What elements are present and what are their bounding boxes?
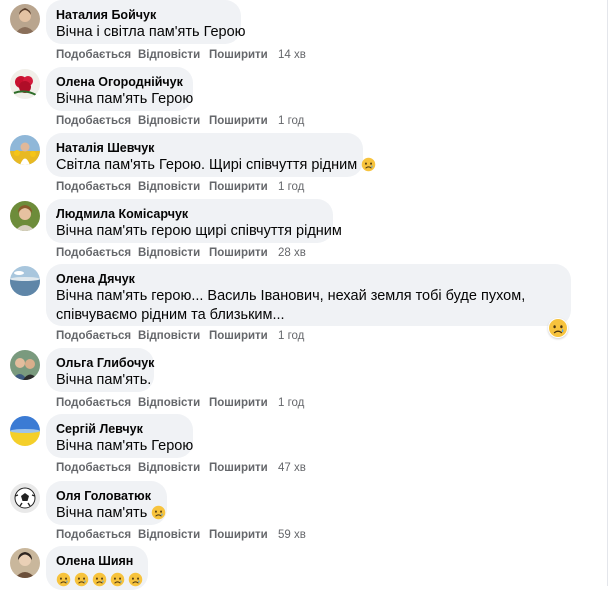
like-button[interactable]: Подобається: [56, 461, 131, 475]
comment-time[interactable]: 1 год: [278, 114, 304, 128]
share-button[interactable]: Поширити: [209, 528, 268, 542]
crying-face-icon: [151, 505, 166, 520]
avatar[interactable]: [10, 201, 40, 231]
comment-author[interactable]: Наталия Бойчук: [56, 7, 229, 23]
comment-author[interactable]: Олена Шиян: [56, 553, 136, 569]
like-button[interactable]: Подобається: [56, 528, 131, 542]
comment-author[interactable]: Олена Огороднійчук: [56, 74, 183, 90]
share-button[interactable]: Поширити: [209, 48, 268, 62]
avatar[interactable]: [10, 350, 40, 380]
avatar[interactable]: [10, 266, 40, 296]
sad-reaction-icon[interactable]: [548, 318, 568, 338]
crying-face-icon: [361, 157, 376, 172]
comment-text: Вічна пам'ять Герою: [56, 91, 194, 107]
comment-time[interactable]: 1 год: [278, 180, 304, 194]
comment-bubble: Олена Шиян: [46, 546, 148, 590]
comment-text: Вічна пам'ять: [56, 505, 148, 521]
avatar[interactable]: [10, 548, 40, 578]
comment-bubble: Ольга Глибочук Вічна пам'ять.: [46, 348, 154, 392]
comment-bubble: Сергій Левчук Вічна пам'ять Герою: [46, 414, 193, 458]
comment-author[interactable]: Олена Дячук: [56, 271, 559, 287]
comment-author[interactable]: Ольга Глибочук: [56, 355, 154, 371]
comment-text: Вічна і світла пам'ять Герою: [56, 24, 246, 40]
comment-author[interactable]: Наталія Шевчук: [56, 140, 351, 156]
comment-bubble: Людмила Комісарчук Вічна пам'ять герою щ…: [46, 199, 342, 243]
crying-face-icon: [92, 572, 107, 587]
share-button[interactable]: Поширити: [209, 461, 268, 475]
share-button[interactable]: Поширити: [209, 246, 268, 260]
share-button[interactable]: Поширити: [209, 396, 268, 410]
crying-face-icon: [56, 572, 71, 587]
scroll-divider: [607, 0, 608, 586]
comment-bubble: Олена Дячук Вічна пам'ять герою... Васил…: [46, 264, 571, 326]
comment-bubble: Олена Огороднійчук Вічна пам'ять Герою: [46, 67, 193, 111]
share-button[interactable]: Поширити: [209, 180, 268, 194]
comment-time[interactable]: 28 хв: [278, 246, 306, 260]
comment-text: Вічна пам'ять Герою: [56, 438, 194, 454]
comment-text: Світла пам'ять Герою. Щирі співчуття рід…: [56, 157, 358, 173]
comment-text: Вічна пам'ять герою щирі співчуття рідни…: [56, 223, 342, 239]
comment-text-continued: співчуваємо рідним та близьким...: [56, 307, 285, 323]
reply-button[interactable]: Відповісти: [138, 48, 200, 62]
avatar[interactable]: [10, 4, 40, 34]
avatar[interactable]: [10, 483, 40, 513]
like-button[interactable]: Подобається: [56, 329, 131, 343]
comment-author[interactable]: Оля Головатюк: [56, 488, 155, 504]
reply-button[interactable]: Відповісти: [138, 180, 200, 194]
comment-time[interactable]: 1 год: [278, 329, 304, 343]
like-button[interactable]: Подобається: [56, 114, 131, 128]
reply-button[interactable]: Відповісти: [138, 114, 200, 128]
reply-button[interactable]: Відповісти: [138, 528, 200, 542]
like-button[interactable]: Подобається: [56, 180, 131, 194]
like-button[interactable]: Подобається: [56, 396, 131, 410]
comment-text: Вічна пам'ять герою... Василь Іванович, …: [56, 288, 526, 304]
comment-time[interactable]: 47 хв: [278, 461, 306, 475]
reply-button[interactable]: Відповісти: [138, 329, 200, 343]
comment-author[interactable]: Людмила Комісарчук: [56, 206, 321, 222]
reply-button[interactable]: Відповісти: [138, 396, 200, 410]
comment-text: Вічна пам'ять.: [56, 372, 152, 388]
comment-bubble: Наталия Бойчук Вічна і світла пам'ять Ге…: [46, 0, 246, 44]
comment-time[interactable]: 1 год: [278, 396, 304, 410]
like-button[interactable]: Подобається: [56, 246, 131, 260]
reply-button[interactable]: Відповісти: [138, 246, 200, 260]
comment-author[interactable]: Сергій Левчук: [56, 421, 181, 437]
avatar[interactable]: [10, 69, 40, 99]
comment-bubble: Наталія Шевчук Світла пам'ять Герою. Щир…: [46, 133, 363, 177]
crying-face-icon: [74, 572, 89, 587]
comment-time[interactable]: 14 хв: [278, 48, 306, 62]
share-button[interactable]: Поширити: [209, 329, 268, 343]
share-button[interactable]: Поширити: [209, 114, 268, 128]
reply-button[interactable]: Відповісти: [138, 461, 200, 475]
avatar[interactable]: [10, 135, 40, 165]
comment-bubble: Оля Головатюк Вічна пам'ять: [46, 481, 167, 525]
crying-face-icon: [128, 572, 143, 587]
crying-face-icon: [110, 572, 125, 587]
like-button[interactable]: Подобається: [56, 48, 131, 62]
emoji-row: [56, 571, 136, 590]
avatar[interactable]: [10, 416, 40, 446]
comment-time[interactable]: 59 хв: [278, 528, 306, 542]
